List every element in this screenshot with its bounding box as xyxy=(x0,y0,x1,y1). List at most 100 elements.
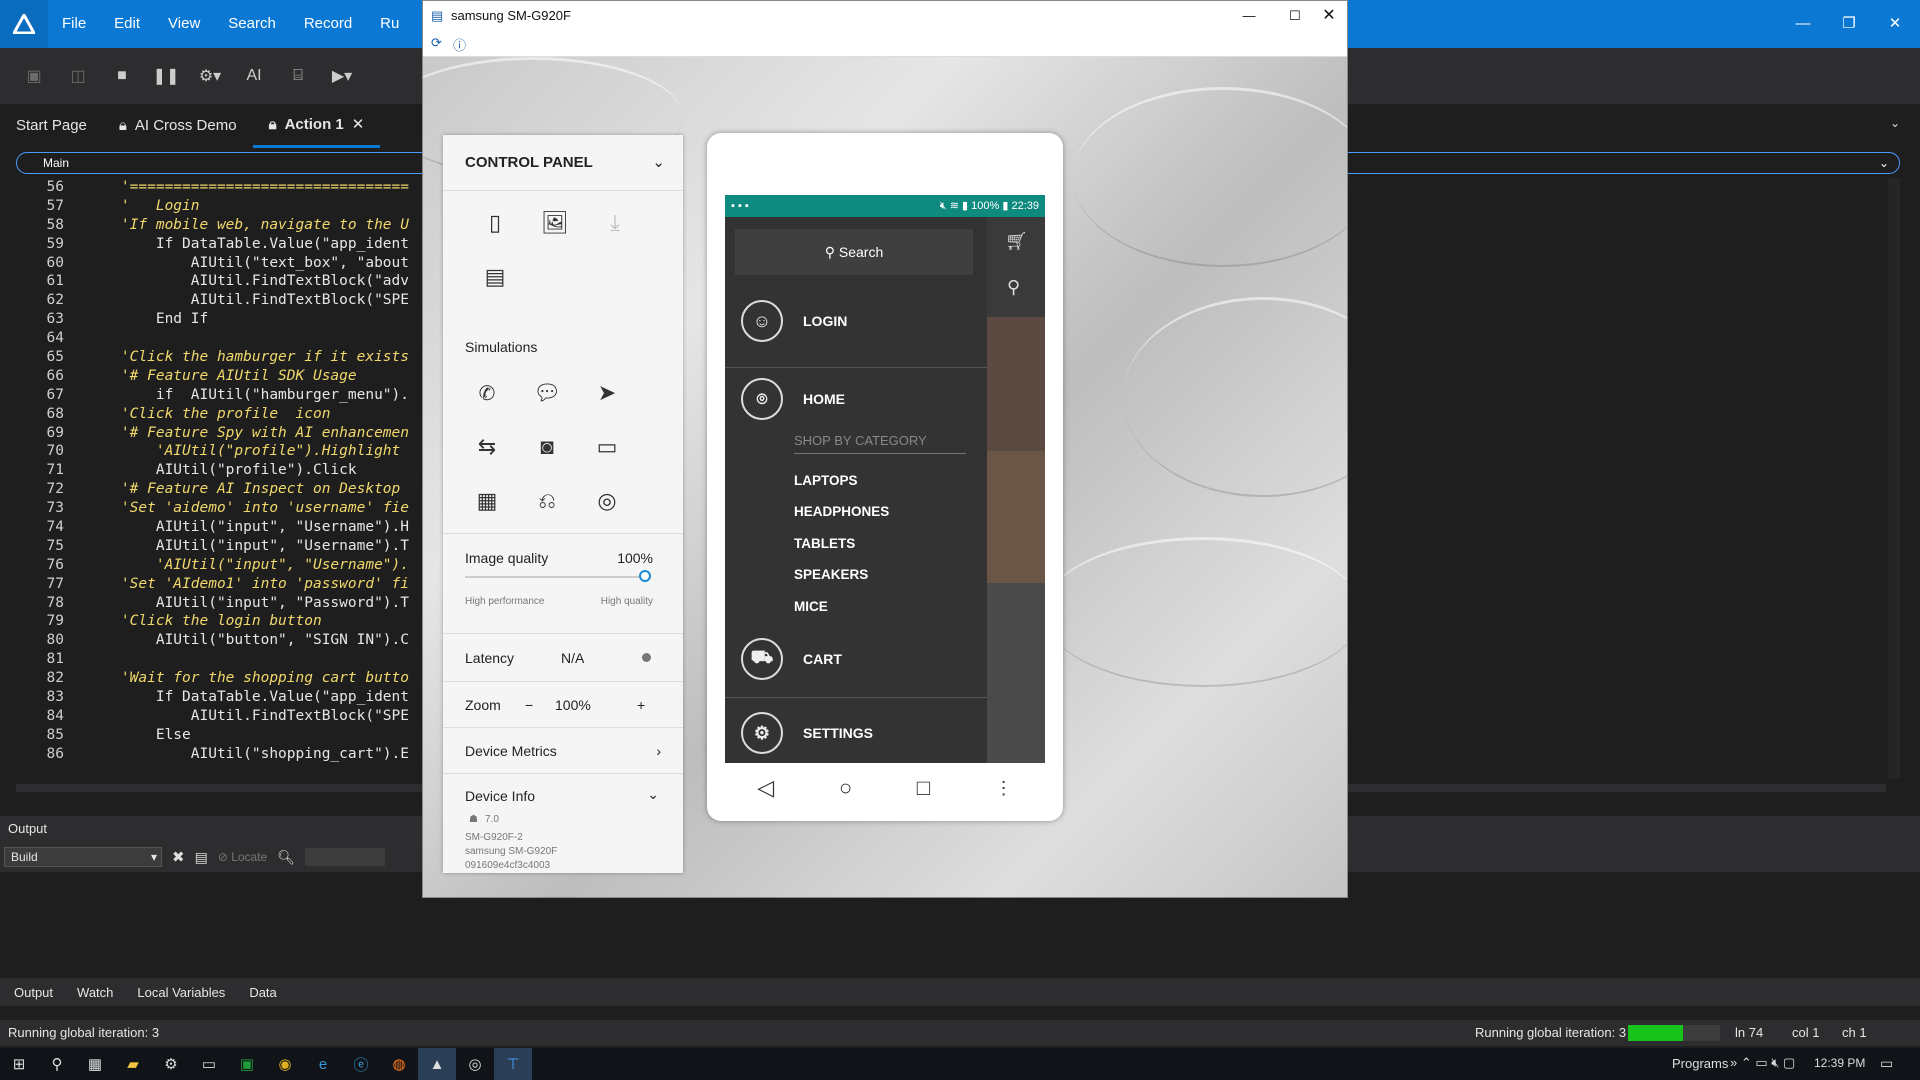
settings-app-icon[interactable]: ⚙ xyxy=(152,1048,190,1080)
uft-taskbar-icon[interactable]: ▲ xyxy=(418,1048,456,1080)
sync-icon[interactable]: ⟳ xyxy=(431,35,442,51)
locate-button[interactable]: ⊘ Locate xyxy=(218,850,267,864)
notifications-icon[interactable]: ▭ xyxy=(1880,1055,1893,1072)
info-icon[interactable]: ⓘ xyxy=(453,35,466,54)
chevron-down-icon[interactable]: ⌄ xyxy=(652,135,665,191)
close-icon[interactable]: ✕ xyxy=(1309,1,1347,31)
excel-icon[interactable]: ▣ xyxy=(228,1048,266,1080)
recents-icon[interactable]: □ xyxy=(917,775,930,801)
menu-view[interactable]: View xyxy=(154,0,214,48)
find-input[interactable] xyxy=(305,848,386,866)
tab-output[interactable]: Output xyxy=(14,985,53,1000)
category-headphones[interactable]: HEADPHONES xyxy=(794,504,889,519)
search-button[interactable]: ⚲ Search xyxy=(735,229,973,275)
qr-code-icon[interactable]: ▦ xyxy=(469,483,505,519)
search-icon[interactable]: ⚲ xyxy=(1007,277,1020,298)
device-info-label[interactable]: Device Info xyxy=(465,788,535,804)
tab-data[interactable]: Data xyxy=(249,985,276,1000)
tab-watch[interactable]: Watch xyxy=(77,985,113,1000)
clock[interactable]: 12:39 PM xyxy=(1814,1056,1865,1070)
sms-icon[interactable]: 💬︎ xyxy=(529,375,565,411)
device-metrics-row[interactable]: Device Metrics › xyxy=(443,727,683,773)
menu-file[interactable]: File xyxy=(48,0,100,48)
zoom-out-button[interactable]: − xyxy=(525,682,533,728)
save-all-icon[interactable]: ◫ xyxy=(56,56,100,96)
drawer-item-cart[interactable]: ⛟ CART xyxy=(725,629,987,689)
category-speakers[interactable]: SPEAKERS xyxy=(794,567,868,582)
word-wrap-icon[interactable]: ▤ xyxy=(195,849,208,866)
tabs-overflow-icon[interactable]: ⌄ xyxy=(1890,116,1900,130)
stop-icon[interactable]: ■ xyxy=(100,56,144,96)
location-icon[interactable]: ➤ xyxy=(589,375,625,411)
chevron-down-icon[interactable]: ⌄ xyxy=(647,786,659,803)
back-icon[interactable]: ◁ xyxy=(757,775,774,801)
task-view-icon[interactable]: ▦ xyxy=(76,1048,114,1080)
network-icon[interactable]: ◎ xyxy=(589,483,625,519)
vertical-scrollbar[interactable] xyxy=(1888,178,1900,778)
output-source-select[interactable]: Build ▾ xyxy=(4,847,162,867)
run-from-step-icon[interactable]: ▶▾ xyxy=(320,56,364,96)
record-mode-icon[interactable]: ⚙▾ xyxy=(188,56,232,96)
drawer-item-login[interactable]: ☺ LOGIN xyxy=(725,291,987,351)
tab-close-icon[interactable]: ✕ xyxy=(352,105,365,145)
camera-icon[interactable]: ◙ xyxy=(529,429,565,465)
ai-button[interactable]: AI xyxy=(232,56,276,96)
minimize-icon[interactable]: — xyxy=(1780,0,1826,48)
drawer-item-settings[interactable]: ⚙ SETTINGS xyxy=(725,703,987,763)
drawer-item-home[interactable]: ⌾ HOME xyxy=(725,369,987,429)
lock-icon: 🔒︎ xyxy=(118,117,127,134)
firefox-icon[interactable]: ◍ xyxy=(380,1048,418,1080)
phone-screen[interactable]: ▪ ▪ ▪ 🔇︎ ≋ ▮ 100% ▮ 22:39 ⚲ Search ☺ LOGI… xyxy=(725,195,1045,763)
device-log-icon[interactable]: ▤ xyxy=(477,259,513,295)
more-icon[interactable]: ⋮ xyxy=(995,778,1013,799)
line-number: 56 xyxy=(46,179,64,195)
rotate-device-icon[interactable]: ▯ xyxy=(477,205,513,241)
app-logo-icon[interactable] xyxy=(0,0,48,48)
tab-start-page[interactable]: Start Page xyxy=(0,104,103,148)
search-icon[interactable]: ⚲ xyxy=(38,1048,76,1080)
screenshot-image-icon[interactable]: 🖼︎ xyxy=(537,205,573,241)
zoom-in-button[interactable]: + xyxy=(637,682,645,728)
menu-record[interactable]: Record xyxy=(290,0,366,48)
app-switch-icon[interactable]: ⇆ xyxy=(469,429,505,465)
control-panel-header[interactable]: CONTROL PANEL ⌄ xyxy=(443,135,683,191)
line-number: 61 xyxy=(46,273,64,290)
tab-ai-cross-demo[interactable]: 🔒︎ AI Cross Demo xyxy=(103,104,253,148)
category-laptops[interactable]: LAPTOPS xyxy=(794,473,858,488)
start-icon[interactable]: ⊞ xyxy=(0,1048,38,1080)
download-icon[interactable]: ⤓ xyxy=(597,205,633,241)
char-indicator: ch 1 xyxy=(1842,1025,1867,1040)
find-icon[interactable]: 🔍︎ xyxy=(277,849,295,866)
minimize-icon[interactable]: — xyxy=(1229,1,1269,31)
restore-icon[interactable]: ❐ xyxy=(1826,0,1872,48)
clear-icon[interactable]: ✖ xyxy=(172,848,185,866)
ie-icon[interactable]: e xyxy=(304,1048,342,1080)
phone-call-icon[interactable]: ✆ xyxy=(469,375,505,411)
video-icon[interactable]: ▭ xyxy=(589,429,625,465)
game-controller-icon[interactable]: ◎ xyxy=(456,1048,494,1080)
system-tray[interactable]: » ⌃ ▭ 🔇︎ ▢ xyxy=(1730,1055,1795,1071)
menu-run[interactable]: Ru xyxy=(366,0,413,48)
home-circle-icon[interactable]: ○ xyxy=(839,775,852,801)
fingerprint-icon[interactable]: ⎌ xyxy=(529,483,565,519)
terminal-icon[interactable]: ▭ xyxy=(190,1048,228,1080)
menu-edit[interactable]: Edit xyxy=(100,0,154,48)
slider-handle[interactable] xyxy=(639,570,651,582)
chrome-icon[interactable]: ◉ xyxy=(266,1048,304,1080)
tab-action-1[interactable]: 🔒︎ Action 1 ✕ xyxy=(252,104,381,148)
device-viewer-taskbar-icon[interactable]: ⊤ xyxy=(494,1048,532,1080)
programs-toolbar[interactable]: Programs xyxy=(1672,1056,1728,1071)
close-icon[interactable]: ✕ xyxy=(1872,0,1918,48)
pause-icon[interactable]: ❚❚ xyxy=(144,56,188,96)
category-mice[interactable]: MICE xyxy=(794,599,828,614)
archive-icon[interactable]: ⌸ xyxy=(276,56,320,96)
save-icon[interactable]: ▣ xyxy=(12,56,56,96)
menu-search[interactable]: Search xyxy=(214,0,290,48)
code-text: 'If mobile web, navigate to the U xyxy=(86,216,410,233)
shopping-cart-icon[interactable]: 🛒︎ xyxy=(1005,231,1028,252)
category-tablets[interactable]: TABLETS xyxy=(794,536,855,551)
tab-local-variables[interactable]: Local Variables xyxy=(137,985,225,1000)
file-explorer-icon[interactable]: ▰ xyxy=(114,1048,152,1080)
image-quality-slider[interactable] xyxy=(465,570,651,582)
edge-icon[interactable]: ⓔ xyxy=(342,1048,380,1080)
